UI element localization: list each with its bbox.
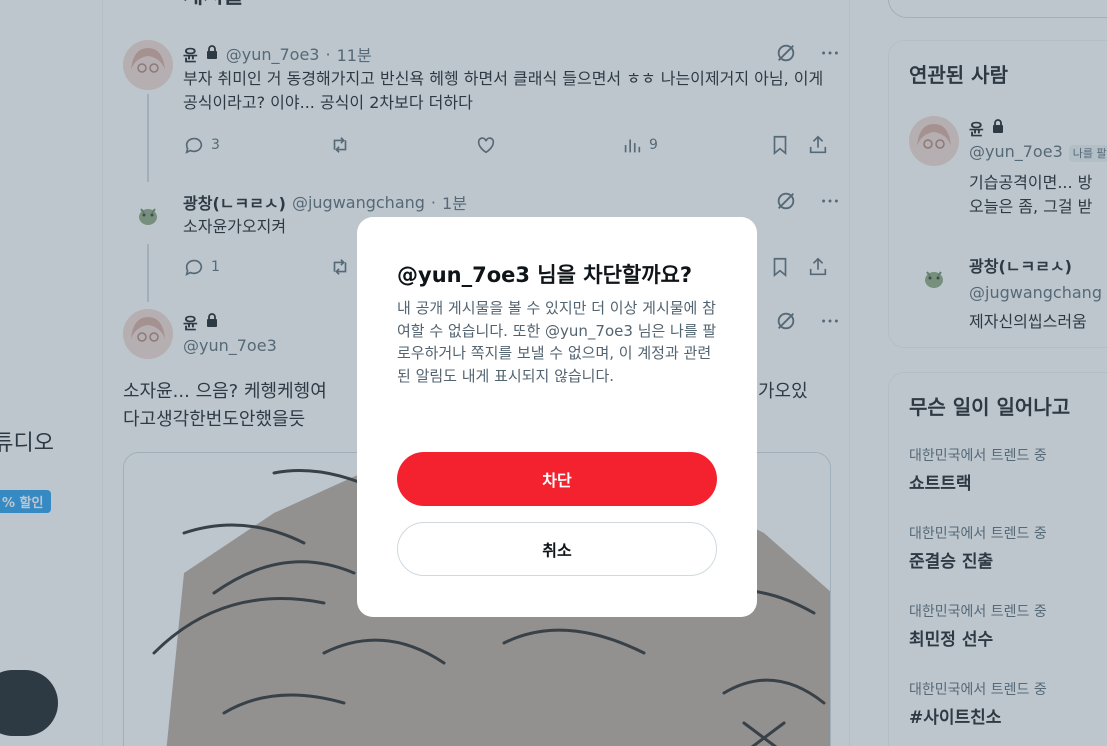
- dialog-title: @yun_7oe3 님을 차단할까요?: [397, 263, 693, 287]
- cancel-button[interactable]: 취소: [397, 522, 717, 576]
- block-confirmation-dialog: @yun_7oe3 님을 차단할까요? 내 공개 게시물을 볼 수 있지만 더 …: [357, 217, 757, 617]
- dialog-description: 내 공개 게시물을 볼 수 있지만 더 이상 게시물에 참여할 수 없습니다. …: [397, 299, 717, 385]
- block-button[interactable]: 차단: [397, 452, 717, 506]
